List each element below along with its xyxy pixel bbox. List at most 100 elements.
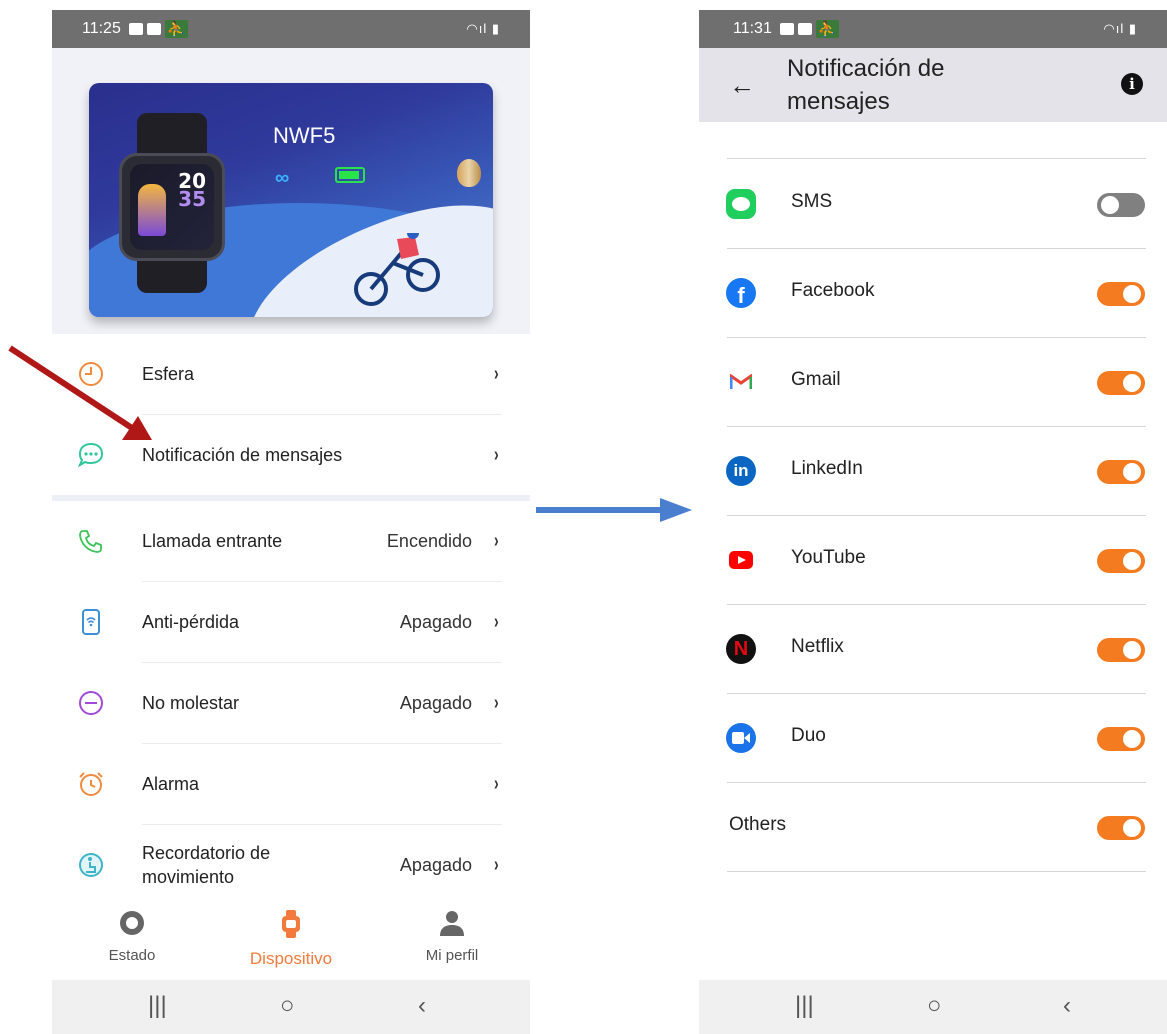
toggle-knob [1101,196,1119,214]
app-name: Gmail [791,369,841,390]
toggle-knob [1123,374,1141,392]
menu-label: Anti-pérdida [142,612,240,632]
netflix-icon: N [726,634,756,664]
recent-apps-icon[interactable]: ||| [795,992,814,1020]
chevron-right-icon: › [494,362,499,385]
sit-reminder-icon [79,853,103,877]
home-icon[interactable]: ○ [927,992,942,1020]
alarm-clock-icon [79,772,103,796]
app-name: SMS [791,191,833,212]
watch-figure [138,184,166,236]
watch-screen: 20 35 [130,164,214,250]
chevron-right-icon: › [494,772,499,795]
nav-mi-perfil[interactable]: Mi perfil [392,900,512,964]
nav-estado[interactable]: Estado [72,900,192,964]
menu-item-anti-loss[interactable]: Anti-pérdida Apagado › [52,582,530,662]
chevron-right-icon: › [494,853,499,876]
page-title: Notificación de mensajes [787,55,945,115]
app-name: Facebook [791,280,875,301]
menu-item-incoming-call[interactable]: Llamada entrante Encendido › [52,501,530,581]
battery-icon [335,167,365,183]
menu-value: Apagado [399,611,472,632]
youtube-toggle[interactable] [1097,549,1145,573]
menu-item-do-not-disturb[interactable]: No molestar Apagado › [52,663,530,743]
toggle-knob [1123,552,1141,570]
menu-value: Encendido [386,530,472,551]
status-bar: 11:31 ⛹ ◠ıl ▮ [699,10,1167,48]
app-name: Netflix [791,636,844,657]
status-bar: 11:25 ⛹ ◠ıl ▮ [52,10,530,48]
watch-minutes: 35 [178,187,206,211]
toggle-knob [1123,285,1141,303]
status-time: 11:31 [733,20,772,37]
menu-item-alarm[interactable]: Alarma › [52,744,530,824]
list-item-duo[interactable]: Duo [699,693,1167,782]
back-arrow-icon[interactable]: ← [729,70,755,101]
home-icon[interactable]: ○ [280,992,295,1020]
list-item-others[interactable]: Others [699,782,1167,871]
signal-battery-icon: ◠ıl ▮ [466,21,500,36]
system-nav-bar: ||| ○ ‹ [52,980,530,1034]
gmail-icon [726,367,756,397]
menu-label: Recordatorio de movimiento [142,843,271,887]
list-item-facebook[interactable]: f Facebook [699,248,1167,337]
menu-label: Llamada entrante [142,531,283,551]
status-circle-icon [120,911,144,935]
watch-case: 20 35 [119,153,225,261]
youtube-icon [726,545,756,575]
toggle-knob [1123,730,1141,748]
duo-icon [726,723,756,753]
app-name: Others [729,814,787,835]
menu-label: Notificación de mensajes [142,445,343,465]
facebook-toggle[interactable] [1097,282,1145,306]
duo-toggle[interactable] [1097,727,1145,751]
device-model: NWF5 [273,123,336,148]
watch-icon [282,910,300,938]
video-notification-icon [128,23,143,35]
list-item-sms[interactable]: SMS [699,159,1167,248]
list-item-netflix[interactable]: N Netflix [699,604,1167,693]
list-item-gmail[interactable]: Gmail [699,337,1167,426]
list-item-linkedin[interactable]: in LinkedIn [699,426,1167,515]
image-notification-icon [779,23,794,35]
app-name: LinkedIn [791,458,863,479]
notification-settings-screen: 11:31 ⛹ ◠ıl ▮ ← Notificación de mensajes… [699,10,1167,1034]
list-item-youtube[interactable]: YouTube [699,515,1167,604]
status-time: 11:25 [82,20,121,37]
red-annotation-arrow [8,345,152,440]
menu-value: Apagado [399,692,472,713]
nav-label: Dispositivo [249,949,333,968]
nav-label: Mi perfil [425,947,479,964]
system-nav-bar: ||| ○ ‹ [699,980,1167,1034]
divider [727,871,1146,872]
chevron-right-icon: › [494,610,499,633]
recent-apps-icon[interactable]: ||| [148,992,167,1020]
info-icon[interactable]: i [1121,73,1143,95]
menu-item-movement-reminder[interactable]: Recordatorio de movimiento Apagado › [52,825,530,905]
nav-dispositivo[interactable]: Dispositivo [231,900,351,969]
toggle-knob [1123,641,1141,659]
activity-notification-icon: ⛹ [815,20,839,38]
blue-annotation-arrow [536,498,692,522]
chevron-right-icon: › [494,691,499,714]
chevron-right-icon: › [494,529,499,552]
facebook-icon: f [726,278,756,308]
cyclist-illustration [354,233,440,306]
watch-signal-icon [82,609,100,635]
netflix-toggle[interactable] [1097,638,1145,662]
chevron-right-icon: › [494,443,499,466]
sms-toggle[interactable] [1097,193,1145,217]
nav-label: Estado [108,947,156,964]
linkedin-icon: in [726,456,756,486]
activity-notification-icon: ⛹ [164,20,188,38]
bottom-nav: Estado Dispositivo Mi perfil [52,900,530,980]
sms-icon [726,189,756,219]
gmail-toggle[interactable] [1097,371,1145,395]
back-nav-icon[interactable]: ‹ [418,992,426,1020]
back-nav-icon[interactable]: ‹ [1063,992,1071,1020]
others-toggle[interactable] [1097,816,1145,840]
device-card[interactable]: NWF5 ∞ 20 35 [89,83,493,317]
linkedin-toggle[interactable] [1097,460,1145,484]
device-hero: NWF5 ∞ 20 35 [52,48,530,334]
connected-icon: ∞ [275,167,290,189]
